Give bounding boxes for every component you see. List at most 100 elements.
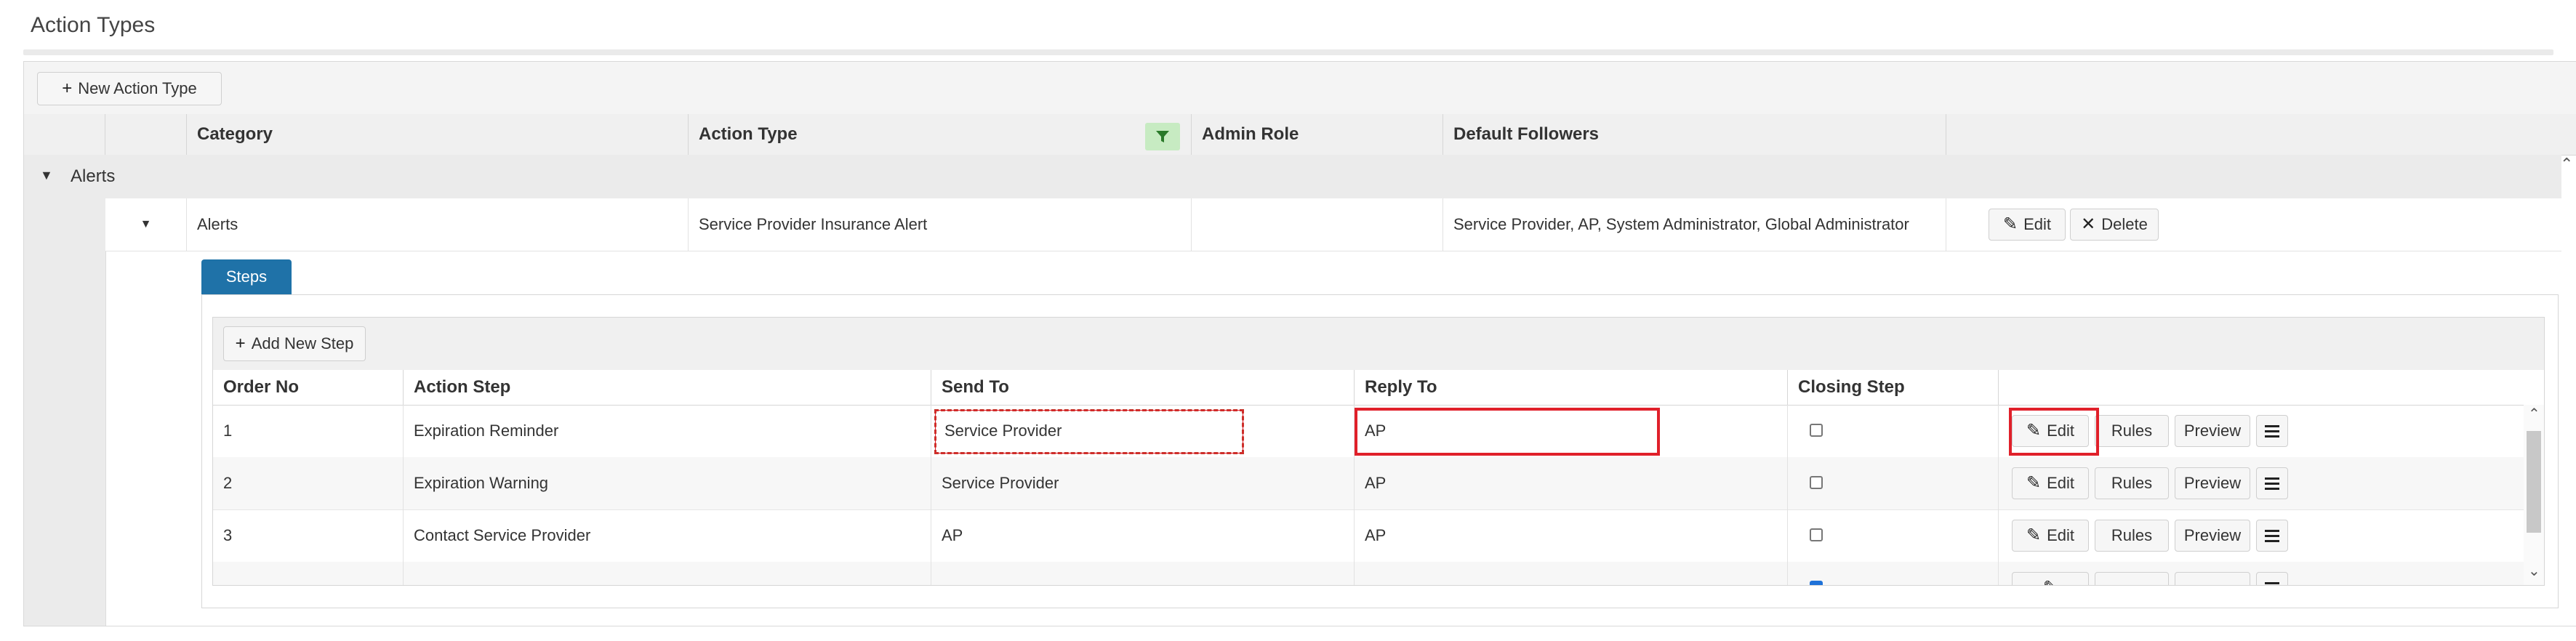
- grid-header: Category Action Type Admin Role Default …: [24, 114, 2576, 156]
- preview-button[interactable]: Preview: [2175, 467, 2250, 499]
- cell-send-to[interactable]: Service Provider: [931, 457, 1355, 509]
- add-new-step-label: Add New Step: [251, 334, 354, 352]
- cell-send-to[interactable]: AP: [931, 509, 1355, 562]
- cell-closing-step: [1788, 457, 1999, 509]
- hamburger-icon: [2265, 581, 2279, 586]
- header-action-step[interactable]: Action Step: [404, 370, 931, 405]
- reply-to-highlight: [1355, 408, 1660, 456]
- cell-reply-to[interactable]: AP: [1355, 509, 1788, 562]
- collapse-triangle-icon[interactable]: ▼: [40, 168, 53, 183]
- step-edit-button[interactable]: ✎ Edit: [2012, 520, 2089, 552]
- title-divider: [23, 49, 2553, 55]
- rules-button[interactable]: Rules: [2095, 520, 2169, 552]
- cell-send-to[interactable]: [931, 562, 1355, 585]
- scroll-up-icon[interactable]: ⌃: [2560, 155, 2573, 174]
- new-action-type-label: New Action Type: [78, 79, 197, 97]
- closing-step-checkbox[interactable]: [1810, 424, 1823, 437]
- menu-button[interactable]: [2256, 415, 2288, 447]
- edit-button-highlight: [2009, 408, 2099, 456]
- header-action-type[interactable]: Action Type: [689, 114, 1192, 155]
- table-row: 2 Expiration Warning Service Provider AP…: [213, 457, 2525, 510]
- table-row: 3 Contact Service Provider AP AP ✎ Edit …: [213, 509, 2525, 563]
- preview-button[interactable]: Preview: [2175, 520, 2250, 552]
- cell-action-step: Expiration Warning: [404, 457, 931, 509]
- cell-category: Alerts: [187, 198, 689, 251]
- edit-button[interactable]: ✎ Edit: [1989, 209, 2066, 241]
- send-to-highlight: [934, 409, 1244, 454]
- closing-step-checkbox[interactable]: [1810, 581, 1823, 585]
- plus-icon: +: [235, 334, 246, 353]
- rules-button[interactable]: [2095, 572, 2169, 585]
- cell-default-followers: Service Provider, AP, System Administrat…: [1443, 198, 1946, 251]
- edit-label: Edit: [2023, 215, 2052, 233]
- step-edit-label: Edit: [2047, 526, 2075, 544]
- group-label: Alerts: [71, 166, 116, 186]
- header-admin-role[interactable]: Admin Role: [1192, 114, 1443, 155]
- group-indent: [24, 198, 105, 626]
- scroll-down-icon[interactable]: ⌄: [2528, 562, 2540, 580]
- pencil-icon: ✎: [2026, 525, 2042, 545]
- table-row: ✎: [213, 562, 2525, 586]
- cell-action-step: [404, 562, 931, 585]
- header-category[interactable]: Category: [187, 114, 689, 155]
- menu-button[interactable]: [2256, 467, 2288, 499]
- row-expander[interactable]: ▼: [105, 198, 187, 251]
- new-action-type-button[interactable]: + New Action Type: [37, 72, 222, 105]
- preview-button[interactable]: Preview: [2175, 415, 2250, 447]
- action-types-grid: + New Action Type Category Action Type A…: [23, 61, 2576, 626]
- cell-reply-to[interactable]: [1355, 562, 1788, 585]
- table-row: ▼ Alerts Service Provider Insurance Aler…: [105, 198, 2561, 251]
- cell-admin-role: [1192, 198, 1443, 251]
- steps-scrollbar[interactable]: ⌃ ⌄: [2524, 405, 2544, 585]
- delete-label: Delete: [2101, 215, 2148, 233]
- rules-button[interactable]: Rules: [2095, 467, 2169, 499]
- cell-action-step: Expiration Reminder: [404, 405, 931, 457]
- cell-order-no: 3: [213, 509, 404, 562]
- header-send-to[interactable]: Send To: [931, 370, 1355, 405]
- header-actions: [1946, 114, 2561, 155]
- group-indent-divider: [105, 198, 106, 626]
- header-reply-to[interactable]: Reply To: [1355, 370, 1788, 405]
- filter-icon[interactable]: [1145, 123, 1180, 150]
- steps-toolbar: + Add New Step: [213, 318, 2544, 371]
- header-order-no[interactable]: Order No: [213, 370, 404, 405]
- cell-closing-step: [1788, 562, 1999, 585]
- hamburger-icon: [2265, 424, 2279, 438]
- close-icon: ✕: [2081, 214, 2096, 234]
- scrollbar-thumb[interactable]: [2527, 431, 2541, 533]
- pencil-icon: ✎: [2043, 579, 2058, 586]
- pencil-icon: ✎: [2002, 214, 2018, 234]
- header-expander-col-2: [105, 114, 187, 155]
- cell-reply-to[interactable]: AP: [1355, 457, 1788, 509]
- closing-step-checkbox[interactable]: [1810, 528, 1823, 541]
- cell-order-no: 1: [213, 405, 404, 457]
- menu-button[interactable]: [2256, 572, 2288, 586]
- delete-button[interactable]: ✕ Delete: [2070, 209, 2159, 241]
- cell-closing-step: [1788, 509, 1999, 562]
- hamburger-icon: [2265, 477, 2279, 490]
- header-closing-step[interactable]: Closing Step: [1788, 370, 1999, 405]
- steps-grid: + Add New Step Order No Action Step Send…: [212, 317, 2545, 586]
- group-row-alerts[interactable]: ▼ Alerts: [24, 155, 2561, 199]
- grid-toolbar: + New Action Type: [24, 62, 2576, 115]
- steps-panel: + Add New Step Order No Action Step Send…: [201, 294, 2559, 608]
- cell-closing-step: [1788, 405, 1999, 457]
- step-edit-button[interactable]: ✎: [2012, 572, 2089, 586]
- collapse-triangle-icon[interactable]: ▼: [140, 218, 152, 231]
- steps-header: Order No Action Step Send To Reply To Cl…: [213, 370, 2544, 406]
- hamburger-icon: [2265, 529, 2279, 542]
- preview-button[interactable]: [2175, 572, 2250, 585]
- scroll-up-icon[interactable]: ⌃: [2528, 405, 2540, 423]
- cell-order-no: [213, 562, 404, 585]
- pencil-icon: ✎: [2026, 473, 2042, 493]
- page-title: Action Types: [31, 13, 156, 37]
- add-new-step-button[interactable]: + Add New Step: [223, 326, 366, 361]
- closing-step-checkbox[interactable]: [1810, 476, 1823, 489]
- tab-steps[interactable]: Steps: [201, 259, 292, 294]
- cell-action-step: Contact Service Provider: [404, 509, 931, 562]
- header-default-followers[interactable]: Default Followers: [1443, 114, 1946, 155]
- rules-button[interactable]: Rules: [2095, 415, 2169, 447]
- step-edit-label: Edit: [2047, 474, 2075, 492]
- menu-button[interactable]: [2256, 520, 2288, 552]
- step-edit-button[interactable]: ✎ Edit: [2012, 467, 2089, 499]
